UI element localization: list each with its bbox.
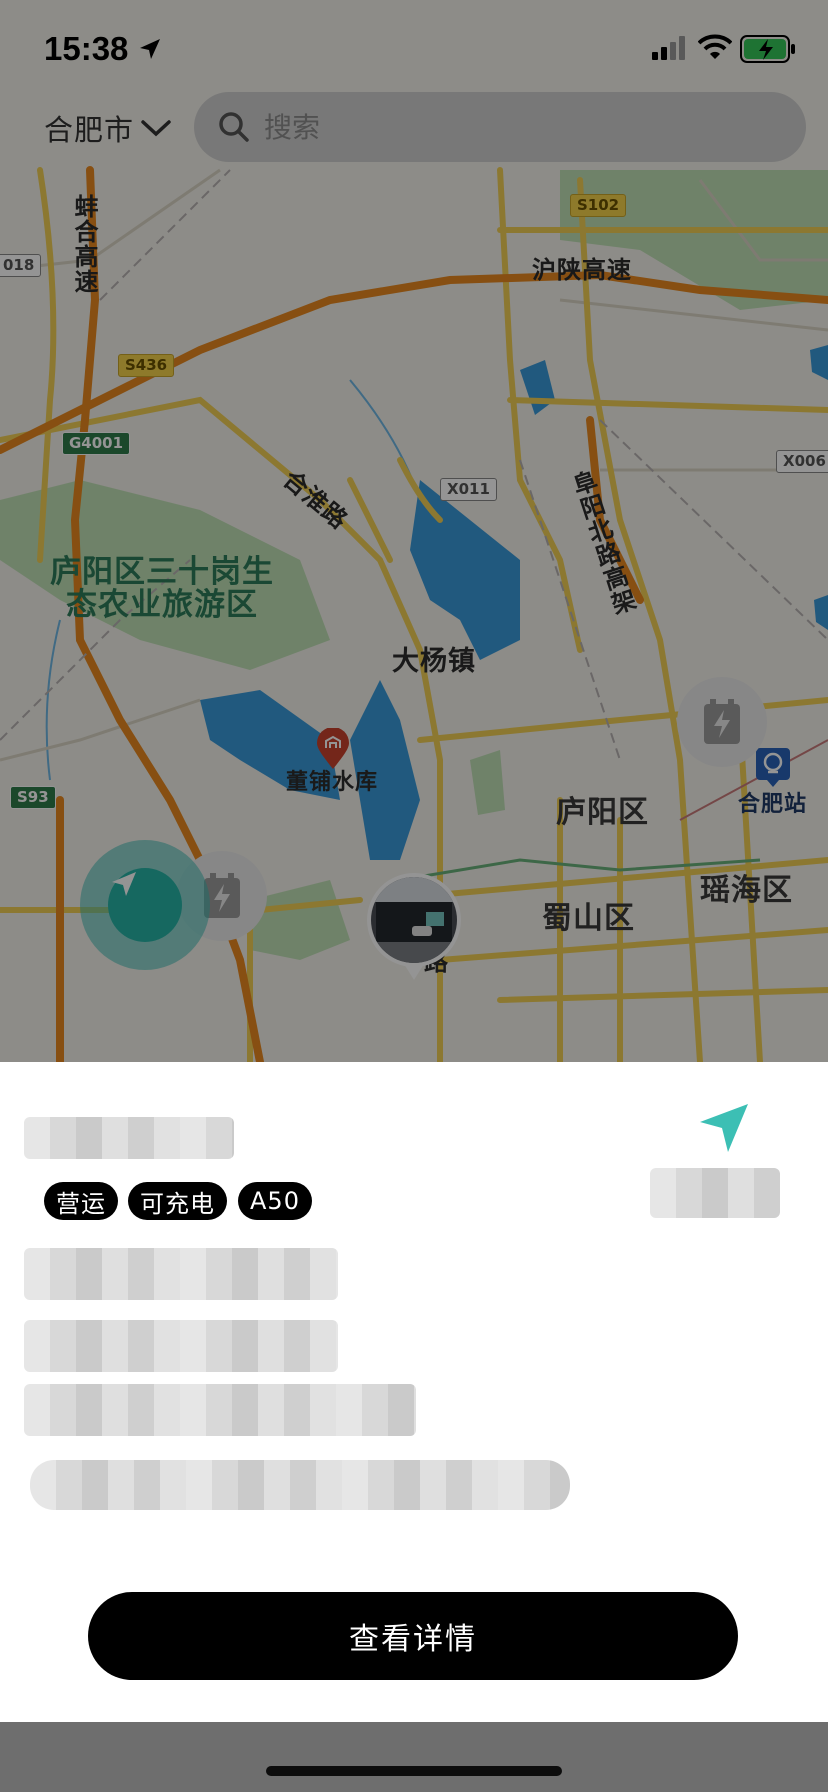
map-label-bengbu-expressway: 蚌合高速 <box>70 194 98 294</box>
info-row-redacted <box>24 1320 338 1372</box>
map-label-dongpu-reservoir: 董铺水库 <box>286 770 379 795</box>
tag-model: A50 <box>238 1182 312 1220</box>
search-input[interactable] <box>262 109 746 145</box>
tag-operating: 营运 <box>44 1182 118 1220</box>
info-row-redacted <box>24 1248 338 1300</box>
status-time: 15:38 <box>44 30 129 67</box>
route-badge-g4001: G4001 <box>62 432 131 455</box>
home-indicator[interactable] <box>266 1766 562 1776</box>
route-badge-018: 018 <box>0 254 42 277</box>
view-details-button[interactable]: 查看详情 <box>88 1592 738 1680</box>
navigate-icon[interactable] <box>698 1102 750 1158</box>
status-bar: 15:38 <box>0 0 828 92</box>
user-location-marker <box>80 840 210 970</box>
info-row-redacted <box>24 1384 416 1436</box>
map-label-hushan-expressway: 沪陕高速 <box>532 256 632 284</box>
contact-row-redacted <box>30 1460 570 1510</box>
wifi-icon <box>697 34 733 64</box>
city-selector[interactable]: 合肥市 <box>44 106 172 150</box>
bottom-safe-area <box>0 1722 828 1792</box>
map-label-hefei-station: 合肥站 <box>738 792 808 817</box>
cellular-signal-icon <box>652 36 688 64</box>
station-info-sheet: 营运 可充电 A50 查看详情 <box>0 1062 828 1722</box>
search-bar[interactable] <box>194 92 806 162</box>
app-screen: 蚌合高速 沪陕高速 合淮路 阜阳北路高架 S102 S436 G4001 X01… <box>0 0 828 1792</box>
search-icon <box>218 111 250 143</box>
map-label-ecological-park: 庐阳区三十岗生 态农业旅游区 <box>50 554 274 623</box>
map-label-shushan-district: 蜀山区 <box>542 901 635 936</box>
distance-redacted <box>650 1168 780 1218</box>
route-badge-x006: X006 <box>776 450 828 473</box>
map-label-yaohai-district: 瑶海区 <box>700 873 793 908</box>
map-label-luyang-district: 庐阳区 <box>556 795 649 830</box>
route-badge-s436: S436 <box>118 354 175 377</box>
route-badge-x011: X011 <box>440 478 497 501</box>
station-name-redacted <box>24 1117 234 1159</box>
route-badge-s93: S93 <box>10 786 56 809</box>
user-location-arrow-icon <box>108 868 182 942</box>
location-services-icon <box>138 37 162 65</box>
map-label-dayang-town: 大杨镇 <box>392 646 476 677</box>
tag-chargeable: 可充电 <box>128 1182 227 1220</box>
battery-charging-icon <box>740 35 796 67</box>
chevron-down-icon <box>140 118 172 138</box>
city-label: 合肥市 <box>44 113 135 147</box>
route-badge-s102: S102 <box>570 194 627 217</box>
